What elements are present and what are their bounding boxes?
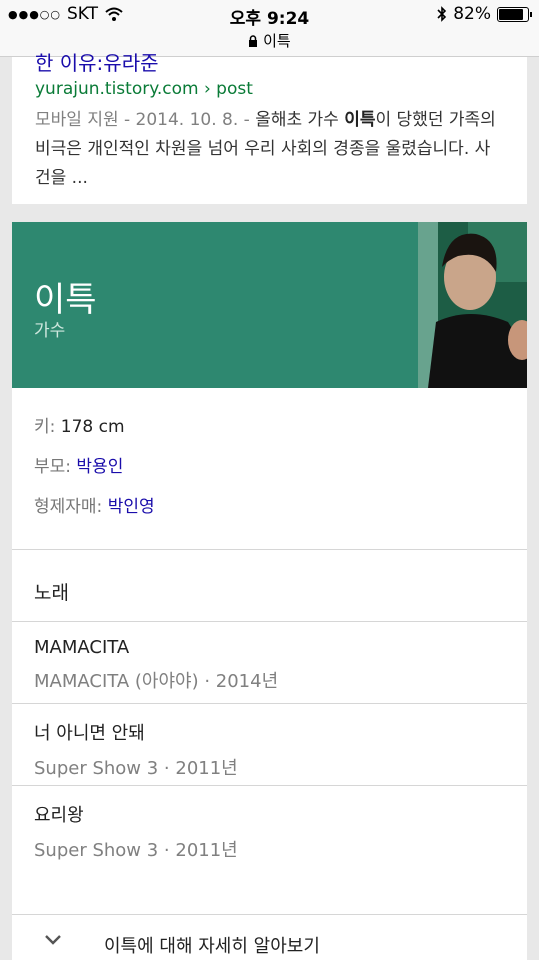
snippet-text: 올해초 가수 xyxy=(255,110,345,130)
facts-list: 키: 178 cm 부모: 박용인 형제자매: 박인영 xyxy=(34,412,155,532)
snippet-highlight: 이특 xyxy=(344,110,376,130)
result-meta: 모바일 지원 - 2014. 10. 8. - xyxy=(35,110,256,130)
songs-heading: 노래 xyxy=(34,582,69,604)
battery-icon xyxy=(497,6,532,22)
result-title-link[interactable]: 한 이유:유라준 xyxy=(35,47,159,76)
panel-title: 이특 xyxy=(34,280,97,320)
song-meta: Super Show 3 · 2011년 xyxy=(34,840,238,861)
fact-label: 부모: xyxy=(34,457,77,477)
panel-header: 이특 가수 xyxy=(12,222,418,388)
song-item[interactable]: MAMACITA MAMACITA (아야야) · 2014년 xyxy=(34,637,504,693)
result-url[interactable]: yurajun.tistory.com › post xyxy=(35,79,253,99)
url-text: 이특 xyxy=(263,32,291,50)
fact-link[interactable]: 박용인 xyxy=(76,457,123,477)
divider xyxy=(12,703,527,704)
lock-icon xyxy=(249,35,258,47)
fact-value: 178 cm xyxy=(60,417,125,437)
song-meta: Super Show 3 · 2011년 xyxy=(34,758,238,779)
fact-label: 키: xyxy=(34,417,61,437)
song-item[interactable]: 요리왕 Super Show 3 · 2011년 xyxy=(34,801,504,862)
fact-link[interactable]: 박인영 xyxy=(108,497,155,517)
profile-photo[interactable] xyxy=(418,222,527,388)
divider xyxy=(12,549,527,550)
chevron-down-icon xyxy=(45,935,61,945)
fact-parents: 부모: 박용인 xyxy=(34,452,155,492)
panel-subtitle: 가수 xyxy=(34,321,66,341)
song-name: 요리왕 xyxy=(34,805,84,826)
battery-percent: 82% xyxy=(453,4,491,24)
fact-siblings: 형제자매: 박인영 xyxy=(34,492,155,532)
divider xyxy=(12,621,527,622)
learn-more-label: 이특에 대해 자세히 알아보기 xyxy=(104,936,320,957)
learn-more-button[interactable]: 이특에 대해 자세히 알아보기 xyxy=(12,916,527,960)
status-right: 82% xyxy=(437,4,532,24)
fact-label: 형제자매: xyxy=(34,497,108,517)
song-item[interactable]: 너 아니면 안돼 Super Show 3 · 2011년 xyxy=(34,719,504,780)
knowledge-panel: 이특 가수 키: 178 cm 부모: 박용인 형제자매: 박인영 노래 MAM… xyxy=(12,222,527,960)
song-name: MAMACITA xyxy=(34,637,130,658)
song-meta: MAMACITA (아야야) · 2014년 xyxy=(34,671,279,692)
search-result-card: 한 이유:유라준 yurajun.tistory.com › post 모바일 … xyxy=(12,51,527,204)
bluetooth-icon xyxy=(437,6,447,22)
result-snippet: 모바일 지원 - 2014. 10. 8. - 올해초 가수 이특이 당했던 가… xyxy=(35,106,505,193)
divider xyxy=(12,914,527,915)
divider xyxy=(12,785,527,786)
song-name: 너 아니면 안돼 xyxy=(34,723,145,744)
fact-height: 키: 178 cm xyxy=(34,412,155,452)
